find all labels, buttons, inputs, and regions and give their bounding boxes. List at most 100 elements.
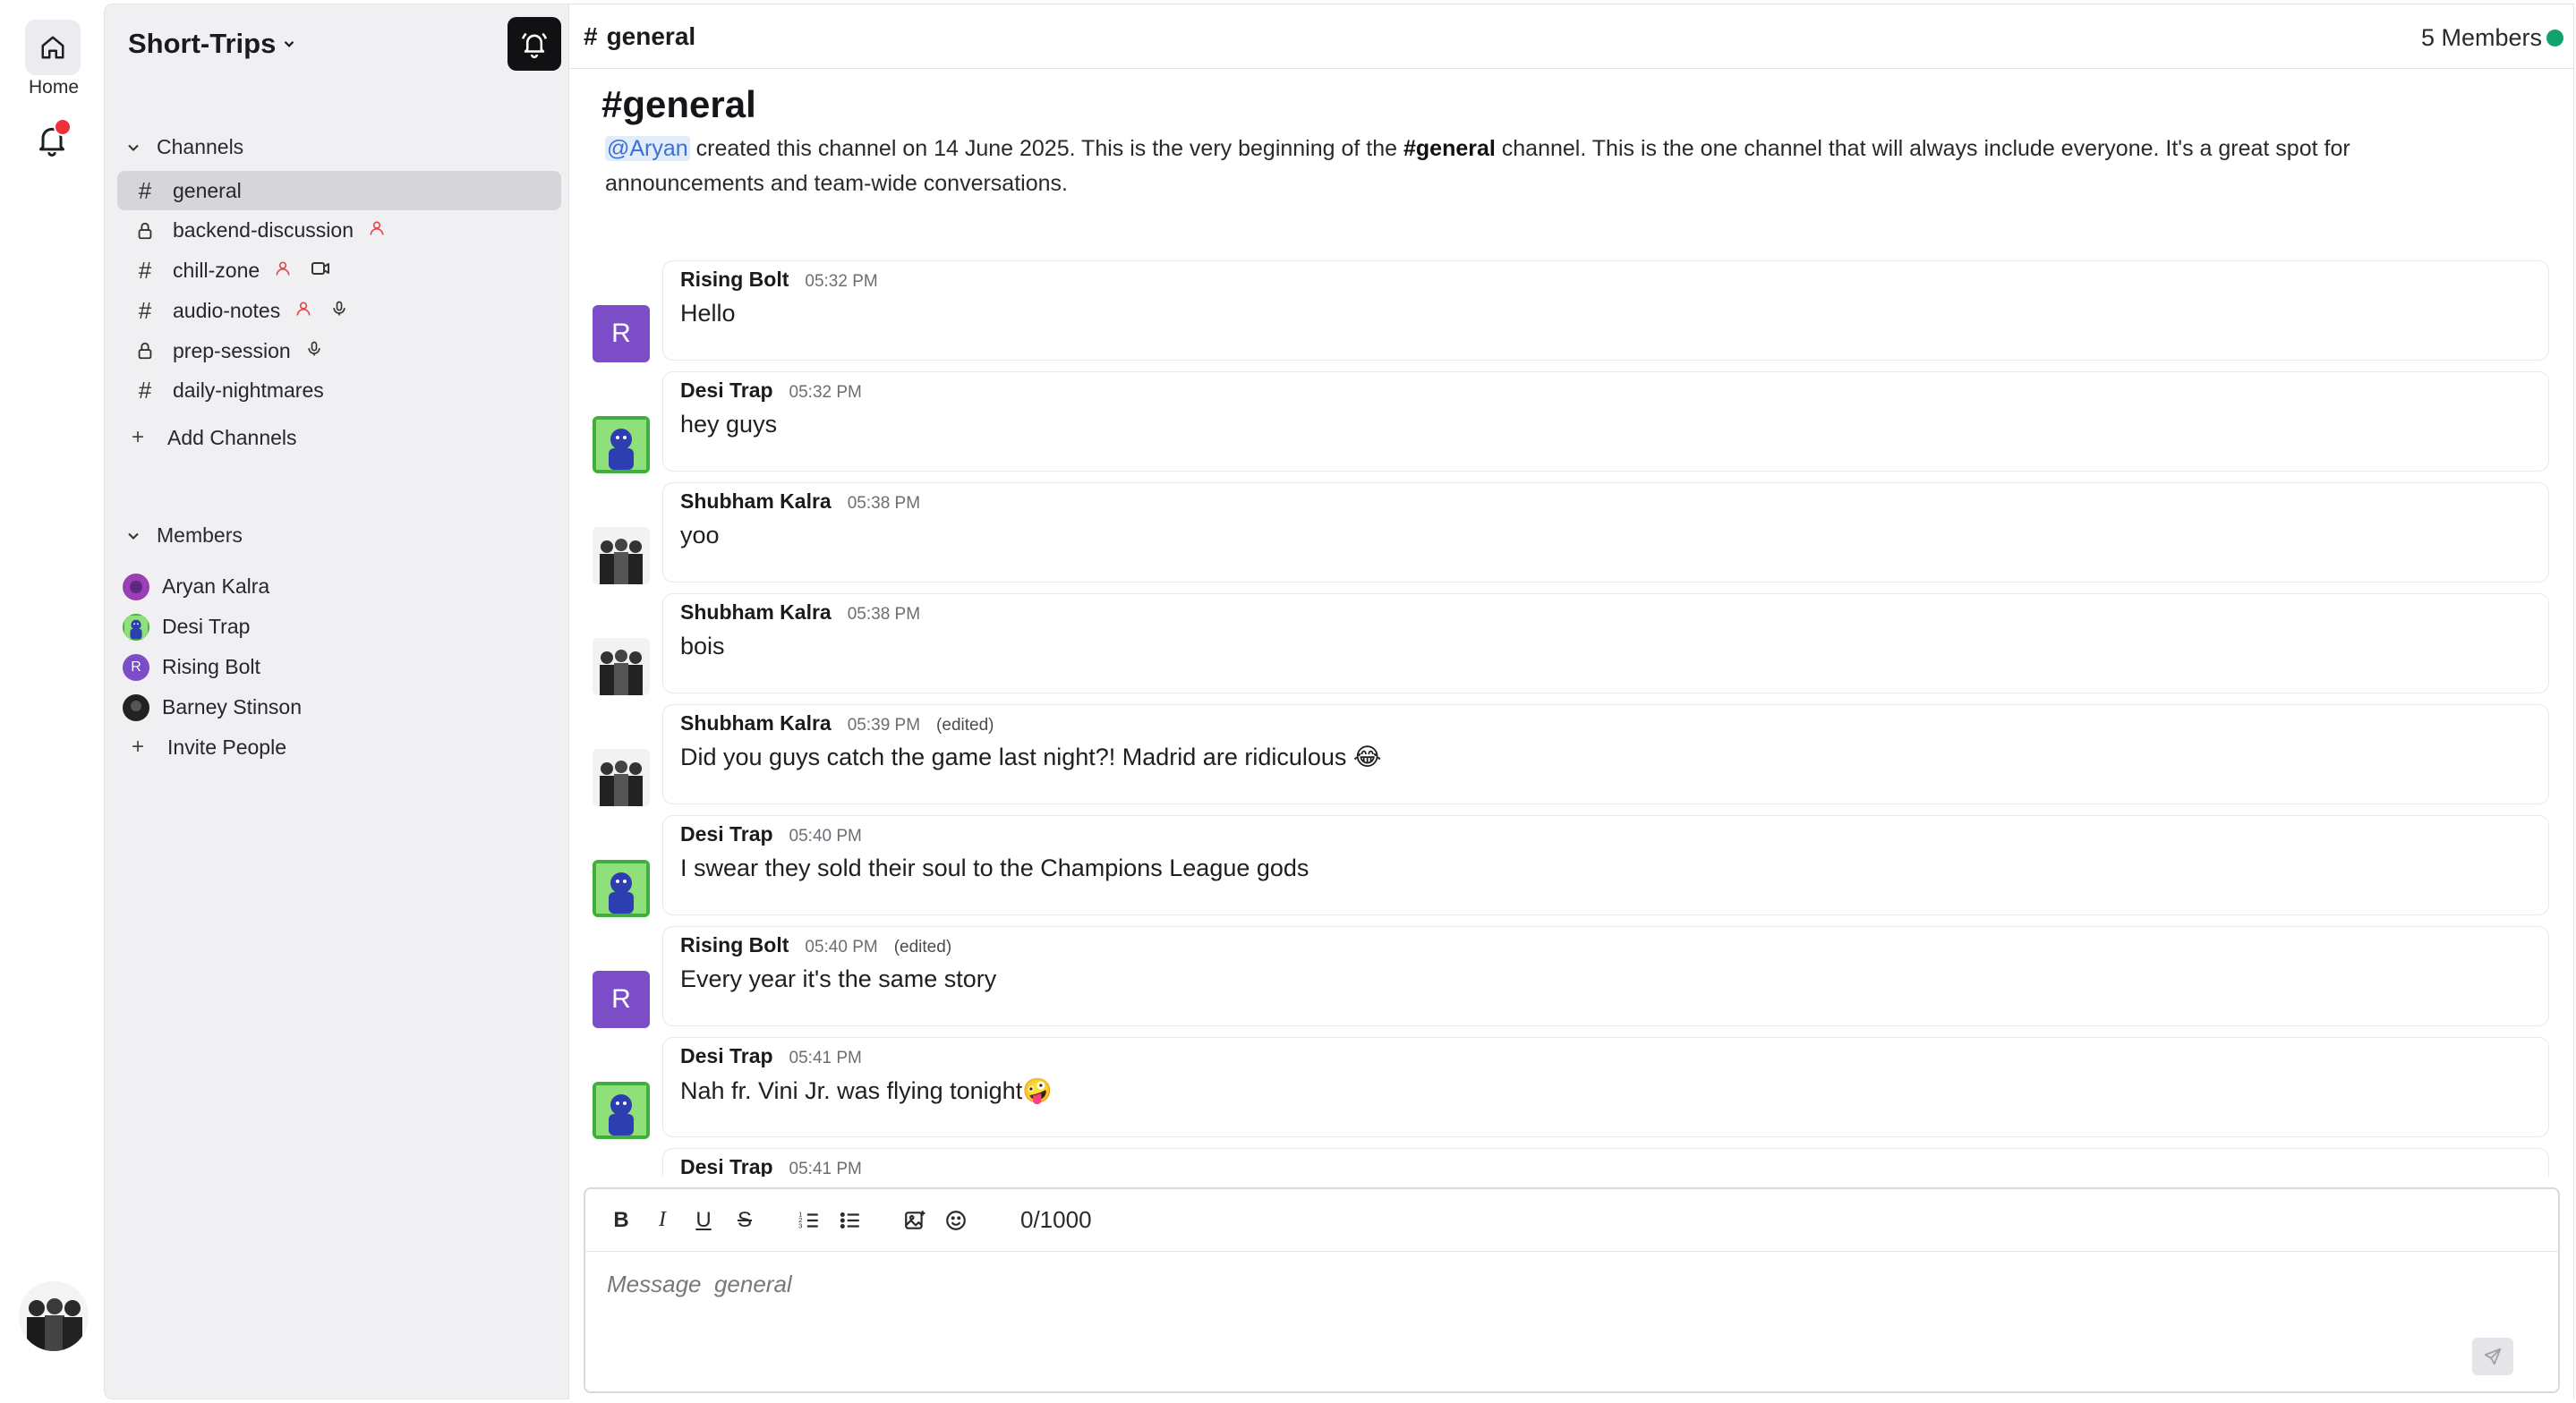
message-item: R Rising Bolt 05:32 PM Hello	[569, 257, 2574, 368]
italic-icon: I	[659, 1208, 666, 1231]
message-card	[662, 482, 2549, 582]
creator-mention[interactable]: @Aryan	[605, 136, 690, 161]
message-text: bois	[680, 633, 725, 659]
message-text: Every year it's the same story	[680, 965, 997, 992]
hash-icon: #	[138, 377, 152, 404]
message-author[interactable]: Desi Trap	[680, 822, 773, 846]
message-card	[662, 371, 2549, 472]
strikethrough-icon: S	[737, 1207, 752, 1232]
chevron-down-icon	[285, 40, 294, 47]
message-card	[662, 1148, 2549, 1177]
user-avatar[interactable]	[19, 1281, 89, 1351]
workspace-switcher[interactable]: Short-Trips	[128, 28, 297, 60]
sidebar-member[interactable]: R Rising Bolt	[123, 647, 552, 687]
message-author[interactable]: Shubham Kalra	[680, 711, 832, 736]
left-rail: Home	[0, 0, 104, 1403]
channel-label: general	[173, 178, 242, 202]
channel-title: # general	[584, 22, 695, 51]
sidebar-channel-backend-discussion[interactable]: backend-discussion	[117, 211, 561, 251]
italic-button[interactable]: I	[648, 1206, 677, 1235]
message-avatar[interactable]	[593, 860, 650, 917]
message-avatar[interactable]	[593, 1082, 650, 1139]
video-icon	[310, 258, 331, 285]
message-avatar[interactable]: R	[593, 305, 650, 362]
message-avatar[interactable]	[593, 749, 650, 806]
sidebar-member[interactable]: Desi Trap	[123, 607, 552, 647]
member-avatar	[123, 693, 149, 721]
invite-people-button[interactable]: + Invite People	[132, 735, 286, 760]
sidebar-channel-chill-zone[interactable]: # chill-zone	[117, 251, 561, 291]
hash-icon: #	[138, 257, 152, 285]
sidebar-member[interactable]: Barney Stinson	[123, 687, 552, 727]
bullet-list-button[interactable]	[836, 1206, 865, 1235]
home-label: Home	[28, 77, 80, 98]
channel-label: audio-notes	[173, 298, 281, 322]
channel-label: backend-discussion	[173, 218, 354, 242]
message-list[interactable]: R Rising Bolt 05:32 PM Hello Desi Trap 05:32 …	[569, 257, 2574, 1177]
message-author[interactable]: Rising Bolt	[680, 933, 789, 957]
member-name: Desi Trap	[162, 615, 251, 638]
message-author[interactable]: Shubham Kalra	[680, 489, 832, 514]
message-avatar[interactable]: R	[593, 971, 650, 1028]
sidebar-channel-general[interactable]: # general	[117, 171, 561, 210]
member-name: Rising Bolt	[162, 655, 260, 678]
ordered-list-button[interactable]: 123	[795, 1206, 823, 1235]
ordered-list-icon: 123	[798, 1210, 818, 1229]
message-avatar[interactable]	[593, 638, 650, 695]
insert-image-button[interactable]	[900, 1206, 929, 1235]
members-count-button[interactable]: 5 Members	[2421, 24, 2542, 52]
sidebar: Short-Trips Channels # general backend-dis…	[104, 4, 569, 1399]
channel-label: prep-session	[173, 338, 291, 362]
message-text: hey guys	[680, 411, 778, 438]
underline-icon: U	[695, 1207, 712, 1232]
send-button[interactable]	[2472, 1338, 2513, 1375]
emoji-button[interactable]	[942, 1206, 970, 1235]
message-item: Shubham Kalra 05:38 PM yoo	[569, 479, 2574, 590]
workspace-name: Short-Trips	[128, 28, 277, 59]
intro-channel-name: general	[622, 83, 756, 125]
strikethrough-button[interactable]: S	[730, 1206, 759, 1235]
mic-icon	[305, 339, 323, 363]
member-name: Aryan Kalra	[162, 574, 270, 598]
message-avatar[interactable]	[593, 527, 650, 584]
message-item: R Rising Bolt 05:40 PM (edited) Every year i…	[569, 923, 2574, 1033]
channel-header: # general 5 Members	[569, 4, 2574, 69]
message-avatar[interactable]	[593, 416, 650, 473]
lock-icon	[135, 341, 155, 361]
sidebar-member[interactable]: Aryan Kalra	[123, 566, 552, 607]
sidebar-channel-daily-nightmares[interactable]: # daily-nightmares	[117, 371, 561, 411]
add-channels-button[interactable]: + Add Channels	[132, 425, 297, 450]
channels-section-toggle[interactable]: Channels	[124, 135, 243, 159]
send-icon	[2484, 1348, 2502, 1365]
svg-text:3: 3	[798, 1221, 802, 1229]
message-text: Nah fr. Vini Jr. was flying tonight🤪	[680, 1077, 1053, 1104]
message-header: Shubham Kalra 05:39 PM (edited)	[680, 711, 994, 736]
message-author[interactable]: Desi Trap	[680, 1044, 773, 1068]
message-card	[662, 593, 2549, 693]
bold-button[interactable]: B	[607, 1206, 635, 1235]
channel-list: # general backend-discussion # chill-zone # au…	[117, 171, 561, 412]
message-timestamp: 05:32 PM	[789, 383, 862, 402]
sidebar-channel-audio-notes[interactable]: # audio-notes	[117, 291, 561, 330]
message-input[interactable]	[607, 1266, 2397, 1302]
person-icon	[368, 218, 386, 242]
message-author[interactable]: Shubham Kalra	[680, 600, 832, 625]
message-author[interactable]: Desi Trap	[680, 378, 773, 403]
message-author[interactable]: Rising Bolt	[680, 268, 789, 292]
channel-notification-button[interactable]	[508, 17, 561, 71]
members-section-toggle[interactable]: Members	[124, 523, 243, 548]
intro-description: @Aryan created this channel on 14 June 2…	[605, 132, 2467, 201]
message-text: I swear they sold their soul to the Cham…	[680, 855, 1309, 881]
hash-icon: #	[584, 22, 598, 50]
channel-label: daily-nightmares	[173, 378, 324, 403]
sidebar-channel-prep-session[interactable]: prep-session	[117, 331, 561, 370]
members-header: Members	[157, 523, 243, 547]
home-button[interactable]	[25, 20, 81, 75]
member-avatar	[123, 613, 149, 641]
intro-channel-bold: #general	[1403, 136, 1496, 161]
underline-button[interactable]: U	[689, 1206, 718, 1235]
intro-text-part-1: created this channel on 14 June 2025. Th…	[689, 136, 1403, 161]
message-timestamp: 05:32 PM	[805, 272, 878, 291]
formatting-toolbar: B I U S 123 0/1000	[585, 1189, 2558, 1252]
message-author[interactable]: Desi Trap	[680, 1155, 773, 1177]
